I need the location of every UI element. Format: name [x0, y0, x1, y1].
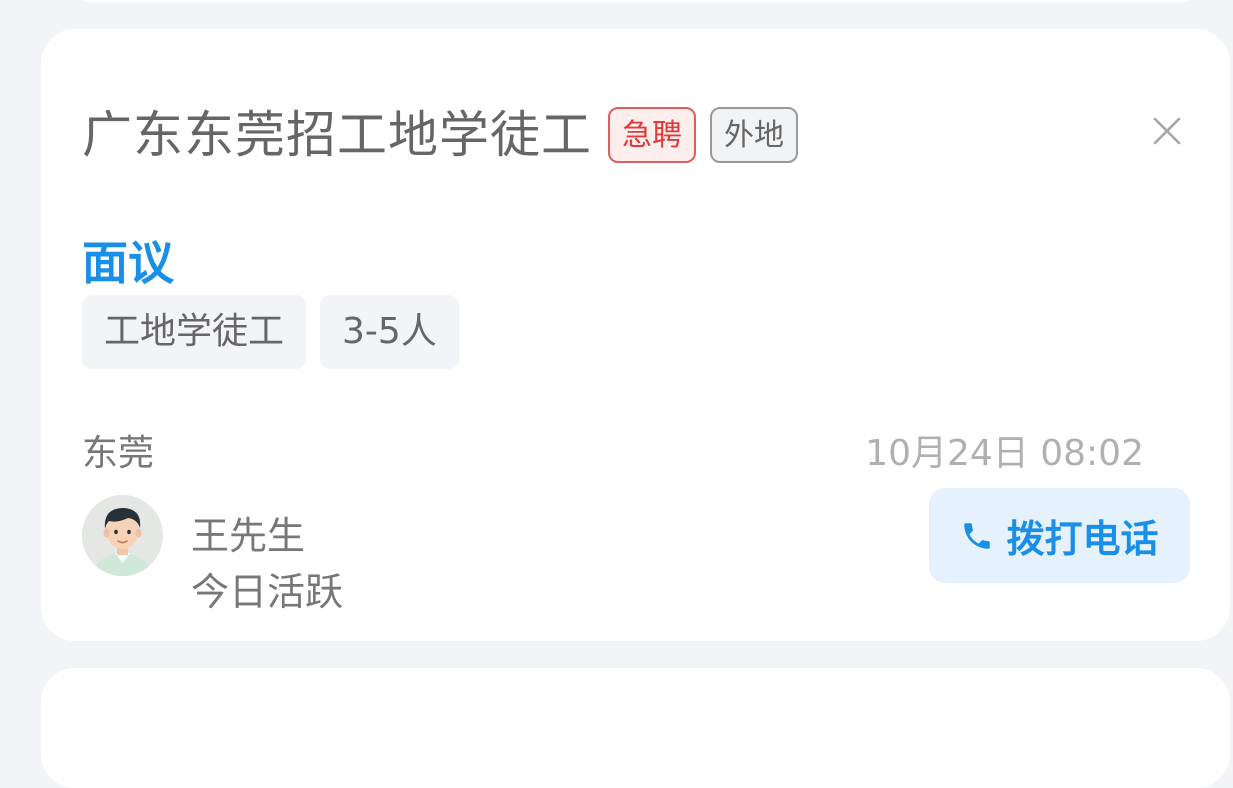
next-job-card[interactable]	[41, 668, 1230, 788]
call-button[interactable]: 拨打电话	[929, 488, 1190, 583]
job-location: 东莞	[82, 433, 155, 474]
remote-tag: 外地	[710, 107, 798, 163]
job-title-row: 广东东莞招工地学徒工 急聘 外地	[82, 103, 798, 167]
close-icon	[1153, 117, 1181, 145]
urgent-tag: 急聘	[608, 107, 696, 163]
job-type-chip: 工地学徒工	[82, 295, 307, 369]
previous-job-card[interactable]	[66, 0, 1206, 2]
post-time: 10月24日 08:02	[865, 433, 1144, 474]
headcount-chip: 3-5人	[320, 295, 459, 369]
avatar	[82, 495, 163, 576]
job-chips: 工地学徒工 3-5人	[82, 295, 459, 369]
call-button-label: 拨打电话	[1006, 517, 1159, 561]
contact-status: 今日活跃	[191, 570, 344, 614]
job-card[interactable]: 广东东莞招工地学徒工 急聘 外地 面议 工地学徒工 3-5人 东莞 10月24日…	[41, 29, 1230, 641]
contact-name: 王先生	[191, 514, 306, 558]
avatar-illustration	[82, 495, 163, 576]
job-title: 广东东莞招工地学徒工	[82, 106, 592, 164]
phone-icon	[964, 522, 991, 549]
salary-text: 面议	[82, 236, 174, 290]
close-button[interactable]	[1147, 111, 1187, 151]
